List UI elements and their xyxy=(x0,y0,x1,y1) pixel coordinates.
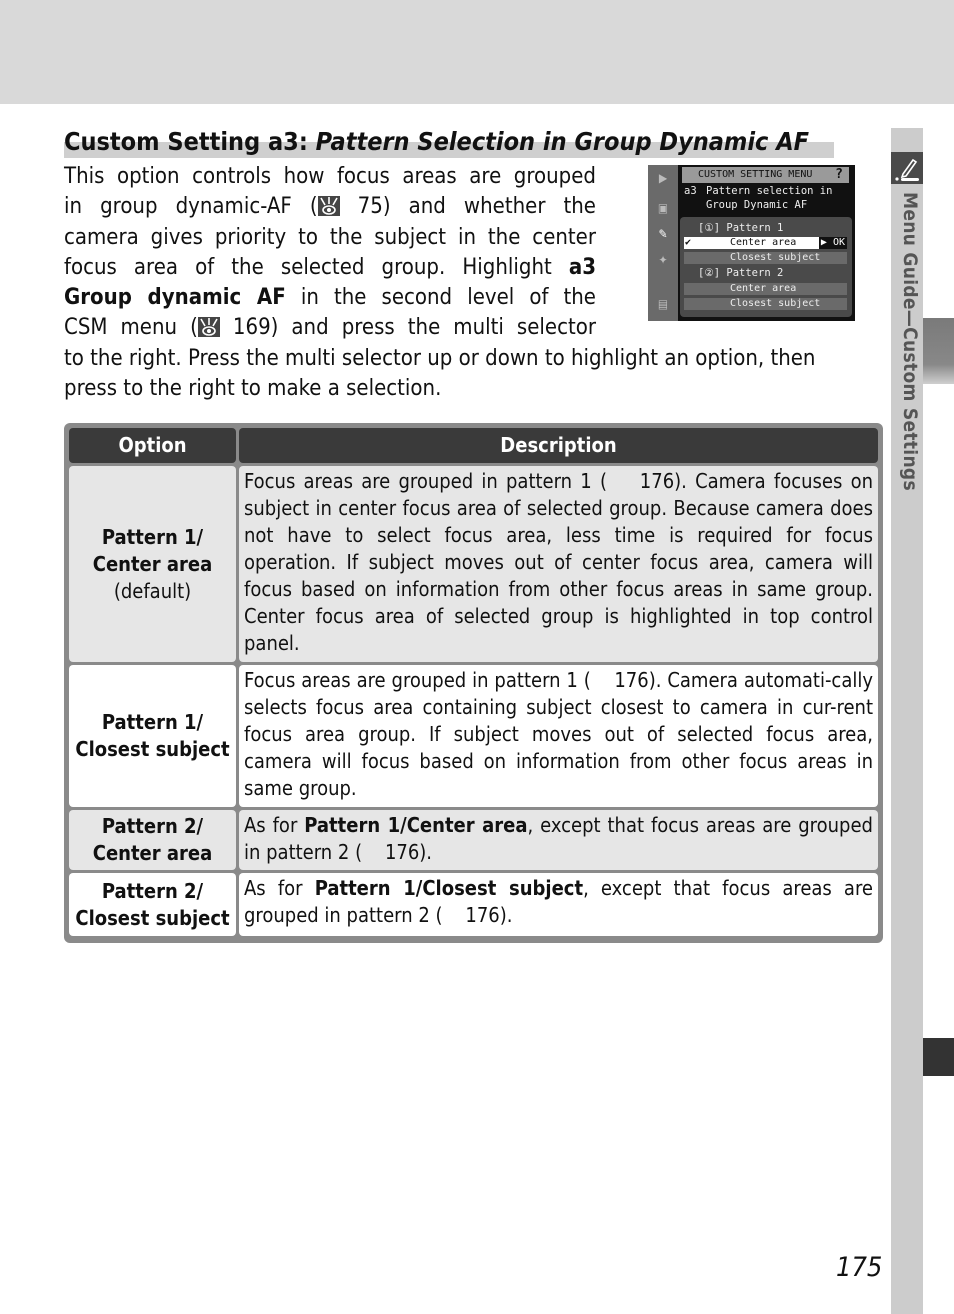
option-closest-subject-1[interactable]: Closest subject xyxy=(684,252,847,264)
option-cell: Pattern 2/Center area xyxy=(69,810,236,870)
see-page-icon xyxy=(317,196,340,217)
wrench-icon: ✦ xyxy=(658,253,668,267)
header-description: Description xyxy=(239,428,878,463)
page-title: Custom Setting a3: Pattern Selection in … xyxy=(64,126,834,158)
description-cell: As for Pattern 1/Center area, except tha… xyxy=(239,810,878,870)
playback-icon: ▶ xyxy=(658,171,668,185)
section-label: Menu Guide—Custom Settings xyxy=(899,192,921,491)
item-title-line2: Group Dynamic AF xyxy=(706,199,808,211)
description-cell: As for Pattern 1/Closest subject, except… xyxy=(239,873,878,936)
ok-indicator: ▶ OK xyxy=(818,237,847,249)
pencil-icon: ✎ xyxy=(658,227,668,241)
intro-line: This option controls how focus areas are… xyxy=(64,164,596,189)
section-tab-marker xyxy=(923,318,954,384)
camera-menu-screenshot: ▶ ▣ ✎ ✦ ▤ CUSTOM SETTING MENU ? a3 Patte… xyxy=(648,165,855,321)
intro-line: Group dynamic AF in the second level of … xyxy=(64,285,596,311)
page-number: 175 xyxy=(836,1252,883,1283)
item-code: a3 xyxy=(684,185,697,197)
recent-settings-icon: ▤ xyxy=(657,297,669,311)
help-icon: ? xyxy=(835,167,843,182)
pattern1-heading: [①] Pattern 1 xyxy=(698,222,784,234)
option-center-area-1[interactable]: ✔ Center area ▶ OK xyxy=(684,237,847,249)
intro-line: camera gives priority to the subject in … xyxy=(64,224,596,250)
option-center-area-2[interactable]: Center area xyxy=(684,283,847,295)
intro-line: to the right. Press the multi selector u… xyxy=(64,345,816,371)
intro-line: focus area of the selected group. Highli… xyxy=(64,254,596,280)
option-cell: Pattern 2/Closest subject xyxy=(69,873,236,936)
pattern2-heading: [②] Pattern 2 xyxy=(698,267,784,279)
option-cell: Pattern 1/Center area (default) xyxy=(69,466,236,662)
pencil-icon xyxy=(891,152,923,184)
title-prefix: Custom Setting a3: xyxy=(64,127,316,156)
see-page-icon xyxy=(197,317,220,338)
options-table: Option Description Pattern 1/Center area… xyxy=(64,423,883,943)
description-cell: Focus areas are grouped in pattern 1 ( 1… xyxy=(239,665,878,807)
top-margin-band xyxy=(0,0,954,104)
camera-icon: ▣ xyxy=(657,201,669,215)
option-cell: Pattern 1/Closest subject xyxy=(69,665,236,807)
intro-line: CSM menu ( 169) and press the multi sele… xyxy=(64,315,596,341)
intro-line: in group dynamic-AF ( 75) and whether th… xyxy=(64,194,596,220)
chapter-tab-marker xyxy=(923,1038,954,1076)
item-title-line1: Pattern selection in xyxy=(706,185,833,197)
intro-line: press to the right to make a selection. xyxy=(64,376,442,402)
title-italic: Pattern Selection in Group Dynamic AF xyxy=(315,127,809,156)
option-closest-subject-2[interactable]: Closest subject xyxy=(684,298,847,310)
header-option: Option xyxy=(69,428,236,463)
description-cell: Focus areas are grouped in pattern 1 ( 1… xyxy=(239,466,878,662)
menu-header: CUSTOM SETTING MENU ? xyxy=(682,167,849,183)
